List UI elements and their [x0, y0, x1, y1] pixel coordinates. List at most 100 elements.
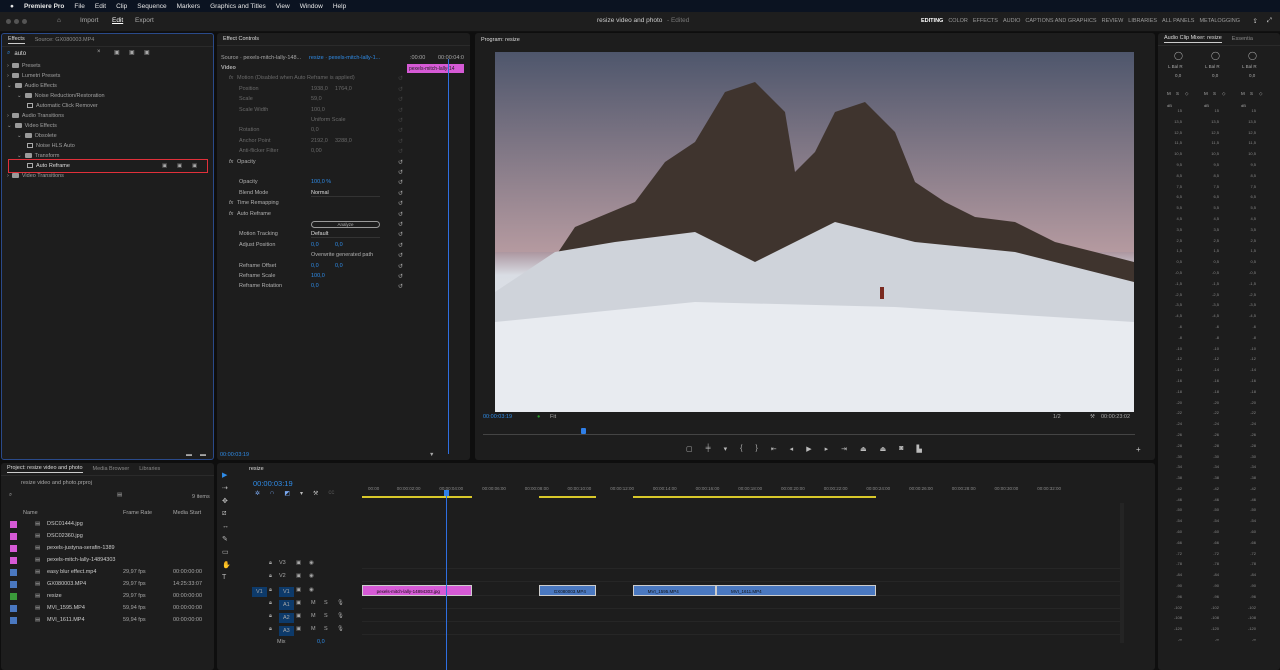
sync-lock-icon[interactable]: ▣ [296, 600, 301, 606]
menu-markers[interactable]: Markers [177, 3, 200, 10]
label-color-swatch[interactable] [10, 593, 17, 600]
property-value-2[interactable]: 1764,0 [335, 86, 352, 92]
effects-tree-item[interactable]: › Audio Transitions [7, 113, 64, 119]
reset-icon[interactable]: ↺ [398, 138, 403, 145]
mixer-mute-button[interactable]: M [1204, 91, 1208, 96]
step-back-icon[interactable]: ◂ [790, 445, 794, 453]
chevron-icon[interactable]: › [7, 173, 9, 179]
go-to-out-icon[interactable]: ⇥ [841, 445, 847, 453]
nest-icon[interactable]: ✲ [255, 490, 260, 497]
reset-icon[interactable]: ↺ [398, 190, 403, 197]
track-name[interactable]: V1 [279, 587, 294, 597]
effects-tree-item[interactable]: ⌄ Obsolete [17, 133, 57, 139]
tab-media-browser[interactable]: Media Browser [93, 466, 130, 472]
eye-icon[interactable]: ◉ [309, 560, 314, 566]
track-lock-icon[interactable]: 🔒︎ [269, 613, 272, 620]
timeline-clip[interactable]: MVI_1595.MP4 [632, 585, 716, 596]
property-value-2[interactable]: 0,0 [335, 263, 343, 269]
solo-button[interactable]: S [324, 600, 328, 606]
filter-icon[interactable]: ▼ [429, 452, 434, 458]
resolution-dropdown[interactable]: 1/2 [1053, 414, 1061, 420]
new-folder-icon[interactable]: ▬ [186, 452, 192, 458]
nav-edit[interactable]: Edit [112, 17, 123, 24]
timeline-clip[interactable]: pexels-mitch-lally-14894303.jpg [361, 585, 472, 596]
bin-icon[interactable]: ▤ [117, 492, 122, 498]
project-item-name[interactable]: pexels-justyna-serafin-1389 [47, 545, 115, 551]
reset-icon[interactable]: ↺ [398, 252, 403, 259]
property-value[interactable]: 100,0 % [311, 179, 331, 185]
tab-essential[interactable]: Essentia [1232, 36, 1253, 42]
property-value[interactable]: 1938,0 [311, 86, 328, 92]
property-value[interactable]: Default [311, 231, 380, 239]
sync-lock-icon[interactable]: ▣ [296, 573, 301, 579]
property-value[interactable]: 0,0 [311, 283, 319, 289]
settings-wrench-icon[interactable]: ⚒ [1090, 414, 1095, 420]
pan-value[interactable]: 0,0 [1212, 73, 1218, 78]
reset-icon[interactable]: ↺ [398, 159, 403, 166]
sync-lock-icon[interactable]: ▣ [296, 626, 301, 632]
effects-tree-item[interactable]: ⌄ Audio Effects [7, 83, 57, 89]
delete-icon[interactable]: ▬ [200, 452, 206, 458]
marker-icon[interactable]: ▾ [724, 445, 728, 453]
pen-icon[interactable]: ✎ [222, 535, 231, 543]
menu-sequence[interactable]: Sequence [137, 3, 166, 10]
tab-project[interactable]: Project: resize video and photo [7, 465, 83, 473]
mixer-voice-button[interactable]: ◇ [1222, 91, 1225, 97]
menu-graphics-and-titles[interactable]: Graphics and Titles [210, 3, 266, 10]
property-value[interactable]: 100,0 [311, 273, 325, 279]
mix-value[interactable]: 0,0 [317, 639, 325, 645]
timeline-timecode[interactable]: 00:00:03:19 [253, 479, 293, 488]
workspace-audio[interactable]: AUDIO [1003, 18, 1020, 24]
add-marker-icon[interactable]: ▾ [300, 490, 303, 497]
workspace-captions-and-graphics[interactable]: CAPTIONS AND GRAPHICS [1025, 18, 1096, 24]
property-value[interactable]: Analyze [311, 221, 380, 228]
pan-value[interactable]: 0,0 [1249, 73, 1255, 78]
property-value[interactable]: Overwrite generated path [311, 252, 373, 258]
menu-help[interactable]: Help [333, 3, 346, 10]
reset-icon[interactable]: ↺ [398, 283, 403, 290]
sequence-clip-dropdown[interactable]: resize · pexels-mitch-lally-1... [309, 55, 380, 61]
tab-effect-controls[interactable]: Effect Controls [223, 36, 259, 42]
captions-icon[interactable]: cc [328, 490, 334, 497]
mixer-solo-button[interactable]: S [1213, 91, 1216, 96]
ripple-edit-icon[interactable]: ✥ [222, 497, 231, 505]
pan-knob-icon[interactable]: ◯ [1248, 51, 1257, 60]
timeline-playhead[interactable] [445, 490, 447, 670]
reset-icon[interactable]: ↺ [398, 96, 403, 103]
project-item-name[interactable]: MVI_1595.MP4 [47, 605, 85, 611]
effects-tree-item[interactable]: › Video Transitions [7, 173, 64, 179]
play-icon[interactable]: ▶ [806, 445, 811, 453]
chevron-icon[interactable]: › [7, 73, 9, 79]
selection-tool-icon[interactable]: ▶ [222, 471, 231, 479]
source-patch-v1[interactable]: V1 [252, 587, 267, 597]
mic-icon[interactable]: 🎙︎ [337, 613, 344, 619]
mixer-solo-button[interactable]: S [1250, 91, 1253, 96]
reset-icon[interactable]: ↺ [398, 211, 403, 218]
share-icon[interactable]: ⇪ [1253, 17, 1258, 25]
project-item-name[interactable]: GX080003.MP4 [47, 581, 86, 587]
tab-source[interactable]: Source: GX080003.MP4 [35, 37, 95, 43]
mute-button[interactable]: M [311, 626, 316, 632]
property-value[interactable]: 0,0 [311, 242, 319, 248]
extract-icon[interactable]: ⏏ [880, 445, 887, 453]
program-scrub-bar[interactable] [483, 434, 1135, 435]
track-lock-icon[interactable]: 🔒︎ [269, 600, 272, 607]
reset-icon[interactable]: ↺ [398, 231, 403, 238]
track-name[interactable]: V3 [279, 560, 286, 566]
project-item-name[interactable]: pexels-mitch-lally-14894303 [47, 557, 115, 563]
go-to-in-icon[interactable]: ⇤ [771, 445, 777, 453]
reset-icon[interactable]: ↺ [398, 75, 403, 82]
track-name[interactable]: A2 [279, 613, 294, 623]
workspace-editing[interactable]: EDITING [921, 18, 943, 24]
workspace-effects[interactable]: EFFECTS [973, 18, 998, 24]
ec-playhead[interactable] [448, 59, 449, 454]
32bit-filter-icon[interactable]: ▣ [129, 49, 135, 56]
workspace-color[interactable]: COLOR [948, 18, 968, 24]
reset-icon[interactable]: ↺ [398, 107, 403, 114]
tab-program[interactable]: Program: resize [481, 37, 520, 43]
project-item-name[interactable]: resize [47, 593, 62, 599]
chevron-icon[interactable]: ⌄ [17, 133, 22, 139]
property-value[interactable]: 0,0 [311, 263, 319, 269]
label-color-swatch[interactable] [10, 617, 17, 624]
label-color-swatch[interactable] [10, 533, 17, 540]
